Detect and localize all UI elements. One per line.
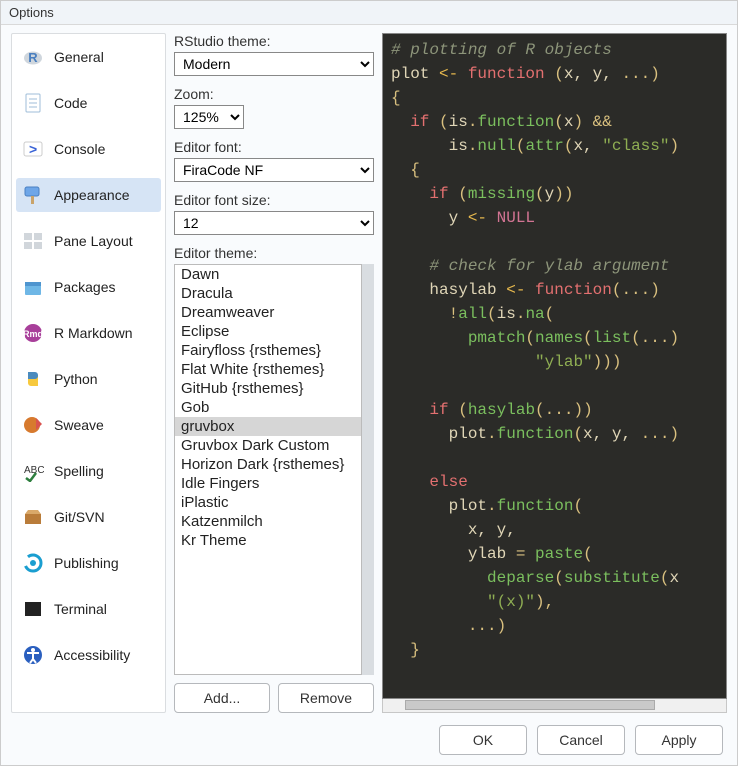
ok-button[interactable]: OK	[439, 725, 527, 755]
theme-option[interactable]: Flat White {rsthemes}	[175, 360, 361, 379]
theme-option[interactable]: gruvbox	[175, 417, 361, 436]
options-category-list: R General Code > Console Appearance Pane Layou…	[11, 33, 166, 713]
preview-h-scrollbar[interactable]	[382, 699, 727, 713]
theme-preview-pane: # plotting of R objects plot <- function…	[382, 33, 727, 713]
editor-font-select[interactable]: FiraCode NF	[174, 158, 374, 182]
sidebar-item-spelling[interactable]: ABC Spelling	[16, 454, 161, 488]
doc-icon	[22, 92, 44, 114]
terminal-icon	[22, 598, 44, 620]
theme-option[interactable]: Dreamweaver	[175, 303, 361, 322]
editor-theme-label: Editor theme:	[174, 245, 374, 261]
sidebar-item-label: Git/SVN	[54, 509, 105, 525]
theme-option[interactable]: Idle Fingers	[175, 474, 361, 493]
sidebar-item-python[interactable]: Python	[16, 362, 161, 396]
font-size-select[interactable]: 12	[174, 211, 374, 235]
sidebar-item-label: Python	[54, 371, 98, 387]
zoom-label: Zoom:	[174, 86, 374, 102]
sidebar-item-console[interactable]: > Console	[16, 132, 161, 166]
remove-theme-button[interactable]: Remove	[278, 683, 374, 713]
a11y-icon	[22, 644, 44, 666]
cancel-button[interactable]: Cancel	[537, 725, 625, 755]
sidebar-item-label: Publishing	[54, 555, 119, 571]
sidebar-item-label: Terminal	[54, 601, 107, 617]
sidebar-item-label: Console	[54, 141, 105, 157]
spell-icon: ABC	[22, 460, 44, 482]
git-icon	[22, 506, 44, 528]
sidebar-item-pane-layout[interactable]: Pane Layout	[16, 224, 161, 258]
sidebar-item-appearance[interactable]: Appearance	[16, 178, 161, 212]
svg-text:>: >	[29, 141, 37, 157]
theme-option[interactable]: Dawn	[175, 265, 361, 284]
paint-icon	[22, 184, 44, 206]
theme-option[interactable]: Dracula	[175, 284, 361, 303]
sweave-icon	[22, 414, 44, 436]
add-theme-button[interactable]: Add...	[174, 683, 270, 713]
sidebar-item-label: Packages	[54, 279, 115, 295]
sidebar-item-label: Spelling	[54, 463, 104, 479]
sidebar-item-label: Sweave	[54, 417, 104, 433]
sidebar-item-terminal[interactable]: Terminal	[16, 592, 161, 626]
appearance-settings: RStudio theme: Modern Zoom: 125% Editor …	[174, 33, 374, 713]
listbox-scrollbar[interactable]	[362, 264, 374, 675]
sidebar-item-label: General	[54, 49, 104, 65]
theme-option[interactable]: iPlastic	[175, 493, 361, 512]
sidebar-item-general[interactable]: R General	[16, 40, 161, 74]
sidebar-item-accessibility[interactable]: Accessibility	[16, 638, 161, 672]
zoom-select[interactable]: 125%	[174, 105, 244, 129]
console-icon: >	[22, 138, 44, 160]
theme-option[interactable]: Gob	[175, 398, 361, 417]
sidebar-item-label: Appearance	[54, 187, 130, 203]
code-preview: # plotting of R objects plot <- function…	[382, 33, 727, 699]
sidebar-item-label: Code	[54, 95, 87, 111]
rstudio-theme-select[interactable]: Modern	[174, 52, 374, 76]
editor-font-label: Editor font:	[174, 139, 374, 155]
sidebar-item-publishing[interactable]: Publishing	[16, 546, 161, 580]
font-size-label: Editor font size:	[174, 192, 374, 208]
box-icon	[22, 276, 44, 298]
theme-option[interactable]: Katzenmilch	[175, 512, 361, 531]
theme-option[interactable]: Horizon Dark {rsthemes}	[175, 455, 361, 474]
sidebar-item-r-markdown[interactable]: Rmd R Markdown	[16, 316, 161, 350]
python-icon	[22, 368, 44, 390]
svg-text:R: R	[28, 50, 38, 65]
panes-icon	[22, 230, 44, 252]
theme-option[interactable]: Kr Theme	[175, 531, 361, 550]
editor-theme-listbox[interactable]: DawnDraculaDreamweaverEclipseFairyfloss …	[174, 264, 362, 675]
rstudio-theme-label: RStudio theme:	[174, 33, 374, 49]
rmd-icon: Rmd	[22, 322, 44, 344]
theme-option[interactable]: Gruvbox Dark Custom	[175, 436, 361, 455]
apply-button[interactable]: Apply	[635, 725, 723, 755]
sidebar-item-git-svn[interactable]: Git/SVN	[16, 500, 161, 534]
theme-option[interactable]: Fairyfloss {rsthemes}	[175, 341, 361, 360]
sidebar-item-sweave[interactable]: Sweave	[16, 408, 161, 442]
sidebar-item-code[interactable]: Code	[16, 86, 161, 120]
publish-icon	[22, 552, 44, 574]
theme-option[interactable]: GitHub {rsthemes}	[175, 379, 361, 398]
svg-text:Rmd: Rmd	[23, 329, 43, 339]
r-logo-icon: R	[22, 46, 44, 68]
sidebar-item-label: Pane Layout	[54, 233, 133, 249]
sidebar-item-label: R Markdown	[54, 325, 133, 341]
sidebar-item-label: Accessibility	[54, 647, 130, 663]
window-title: Options	[1, 1, 737, 25]
theme-option[interactable]: Eclipse	[175, 322, 361, 341]
sidebar-item-packages[interactable]: Packages	[16, 270, 161, 304]
